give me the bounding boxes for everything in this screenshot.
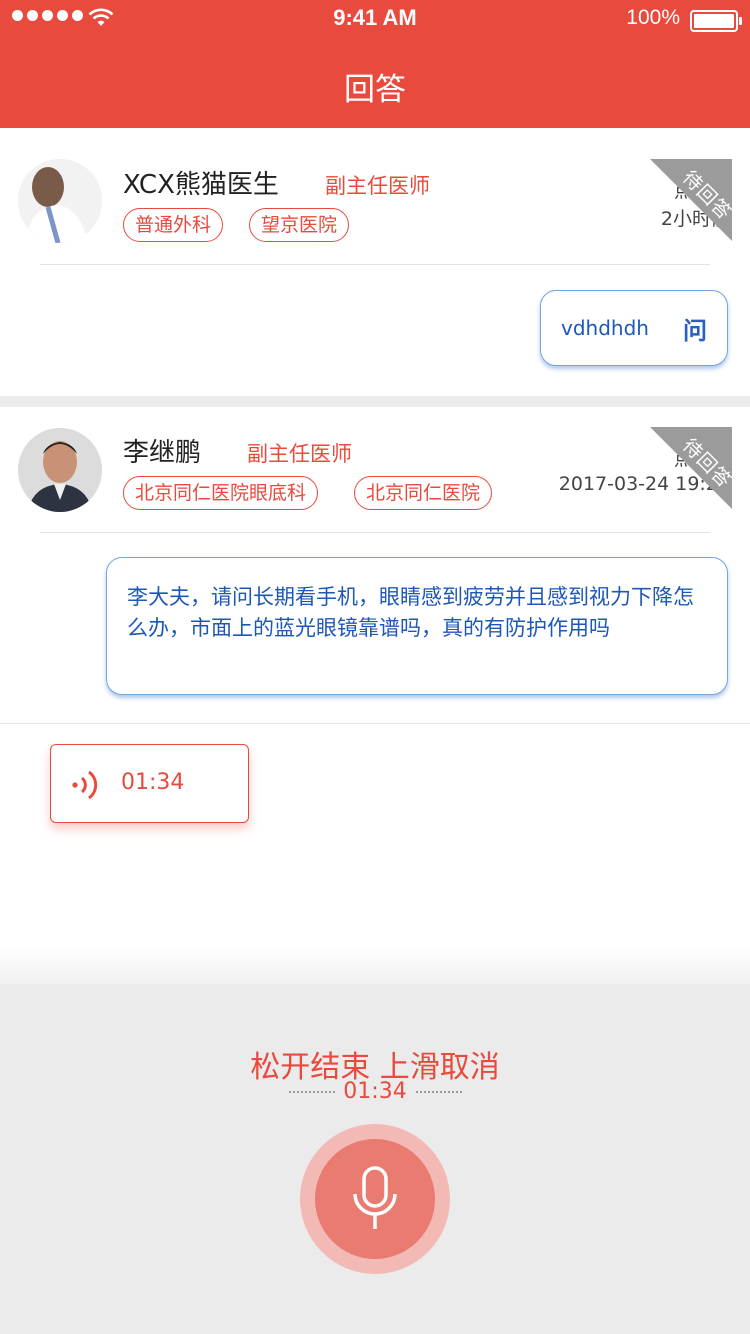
- voice-message[interactable]: 01:34: [50, 744, 249, 823]
- question-bubble[interactable]: 李大夫，请问长期看手机，眼睛感到疲劳并且感到视力下降怎么办，市面上的蓝光眼镜靠谱…: [106, 557, 728, 695]
- recording-timer: 01:34: [343, 1079, 407, 1104]
- timer-dots-right: [416, 1091, 462, 1093]
- divider: [40, 532, 710, 533]
- doctor-title: 副主任医师: [247, 442, 352, 466]
- question-text: 李大夫，请问长期看手机，眼睛感到疲劳并且感到视力下降怎么办，市面上的蓝光眼镜靠谱…: [127, 585, 694, 640]
- department-tag: 普通外科: [123, 208, 224, 242]
- battery-percentage: 100%: [626, 6, 680, 29]
- status-bar: 9:41 AM 100%: [0, 0, 750, 40]
- recording-panel: 松开结束 上滑取消 01:34: [0, 984, 750, 1334]
- record-button[interactable]: [300, 1124, 450, 1274]
- question-bubble[interactable]: vdhdhdh 问: [540, 290, 728, 366]
- doctor-name: 李继鹏: [123, 438, 202, 468]
- hospital-tag: 望京医院: [249, 208, 350, 242]
- navigation-bar: 9:41 AM 100% 回答: [0, 0, 750, 128]
- doctor-avatar[interactable]: [18, 428, 102, 512]
- microphone-icon: [353, 1166, 397, 1229]
- status-badge: 待回答: [650, 159, 732, 241]
- question-label: 问: [683, 316, 707, 345]
- voice-duration: 01:34: [121, 770, 185, 795]
- question-text: vdhdhdh: [561, 316, 649, 340]
- doctor-avatar[interactable]: [18, 159, 102, 243]
- battery-icon: [690, 10, 742, 32]
- doctor-title: 副主任医师: [325, 174, 430, 198]
- record-button-inner[interactable]: [315, 1139, 435, 1259]
- question-card[interactable]: 李继鹏 副主任医师 北京同仁医院眼底科 北京同仁医院 点击 0 2017-03-…: [0, 407, 750, 724]
- section-separator: [0, 396, 750, 407]
- question-card[interactable]: XCX熊猫医生 副主任医师 普通外科 望京医院 点击 0 2小时前 待回答 vd…: [0, 128, 750, 396]
- doctor-name: XCX熊猫医生: [123, 170, 279, 200]
- divider: [40, 264, 710, 265]
- sound-wave-icon: [72, 770, 98, 800]
- panel-shadow: [0, 945, 750, 985]
- hospital-tag: 北京同仁医院: [354, 476, 493, 510]
- page-title: 回答: [344, 72, 406, 108]
- status-badge: 待回答: [650, 427, 732, 509]
- department-tag: 北京同仁医院眼底科: [123, 476, 319, 510]
